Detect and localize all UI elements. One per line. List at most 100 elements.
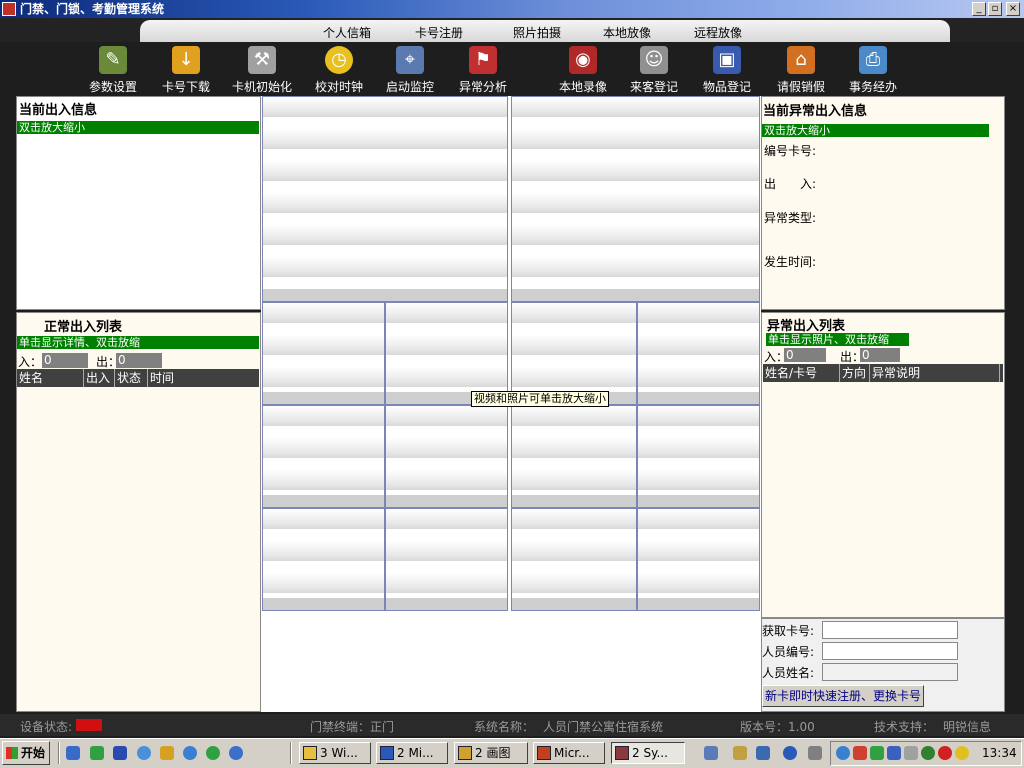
video-cell[interactable] (511, 405, 637, 508)
tray-icon[interactable] (836, 746, 850, 760)
tray-icon[interactable] (887, 746, 901, 760)
sync-clock-button[interactable]: ◷ 校对时钟 (302, 44, 376, 96)
device-status-label: 设备状态: (20, 720, 73, 734)
quick-register-button[interactable]: 新卡即时快速注册、更换卡号 (762, 685, 924, 707)
start-monitor-button[interactable]: ⌖ 启动监控 (373, 44, 447, 96)
menu-remote-playback[interactable]: 远程放像 (694, 24, 742, 41)
tray-icon[interactable] (938, 746, 952, 760)
tools-icon: ⚒ (248, 46, 276, 74)
video-cell[interactable] (385, 405, 508, 508)
abnormal-out-count: 0 (860, 348, 900, 362)
computer-icon: ▣ (713, 46, 741, 74)
normal-list-header[interactable]: 姓名 出入 状态 时间 (17, 369, 259, 387)
support-value: 明锐信息 (943, 720, 992, 734)
quicklaunch-window-icon[interactable] (113, 746, 127, 760)
col-inout[interactable]: 出入 (84, 369, 115, 387)
person-id-input[interactable] (822, 642, 958, 660)
person-name-input[interactable] (822, 663, 958, 681)
version-text: 版本号：1.00 (740, 720, 815, 734)
clock-icon: ◷ (325, 46, 353, 74)
maximize-button[interactable]: ▫ (988, 2, 1002, 16)
taskbar-separator (290, 742, 292, 764)
menu-card-register[interactable]: 卡号注册 (415, 24, 463, 41)
menu-local-playback[interactable]: 本地放像 (603, 24, 651, 41)
task-button[interactable]: 2 Mi... (376, 742, 448, 764)
leave-button[interactable]: ⌂ 请假销假 (764, 44, 838, 96)
window-title: 门禁、门锁、考勤管理系统 (20, 2, 165, 16)
tray-icon[interactable] (904, 746, 918, 760)
person-id-label: 人员编号: (762, 645, 815, 659)
windows-logo-icon (6, 747, 18, 759)
device-status-indicator (76, 719, 102, 731)
current-info-title: 当前出入信息 (19, 103, 98, 118)
video-cell[interactable] (385, 302, 508, 405)
quicklaunch-globe-icon[interactable] (137, 746, 151, 760)
anomaly-analysis-button[interactable]: ⚑ 异常分析 (446, 44, 520, 96)
system-app-icon (615, 746, 629, 760)
tray-pen-icon[interactable] (733, 746, 747, 760)
col-name[interactable]: 姓名 (17, 369, 84, 387)
tray-icon[interactable] (870, 746, 884, 760)
task-button[interactable]: Micr... (533, 742, 605, 764)
system-name-value: 人员门禁公寓住宿系统 (543, 720, 664, 734)
video-cell[interactable] (511, 508, 637, 611)
video-cell[interactable] (637, 405, 760, 508)
abnormal-list-header[interactable]: 姓名/卡号 方向 异常说明 (763, 364, 1003, 382)
tray-help-icon[interactable] (783, 746, 797, 760)
video-cell[interactable] (262, 405, 385, 508)
menu-photo-capture[interactable]: 照片拍摄 (513, 24, 561, 41)
quicklaunch-browser-icon[interactable] (183, 746, 197, 760)
close-button[interactable]: × (1006, 2, 1020, 16)
minimize-button[interactable]: _ (972, 2, 986, 16)
quicklaunch-app-icon[interactable] (160, 746, 174, 760)
tray-icon[interactable] (921, 746, 935, 760)
item-register-button[interactable]: ▣ 物品登记 (690, 44, 764, 96)
video-cell[interactable] (385, 508, 508, 611)
card-download-button[interactable]: ↓ 卡号下载 (149, 44, 223, 96)
visitor-register-button[interactable]: ☺ 来客登记 (617, 44, 691, 96)
start-button[interactable]: 开始 (2, 741, 50, 765)
task-button-active[interactable]: 2 Sy... (611, 742, 685, 764)
quicklaunch-globe2-icon[interactable] (229, 746, 243, 760)
quicklaunch-sync-icon[interactable] (206, 746, 220, 760)
video-cell[interactable] (637, 508, 760, 611)
video-large-2[interactable] (511, 96, 760, 302)
current-info-hint: 双击放大缩小 (17, 121, 259, 134)
abnormal-in-count: 0 (784, 348, 826, 362)
satellite-icon: ⌖ (396, 46, 424, 74)
abnormal-card-label: 编号卡号: (764, 144, 817, 158)
abnormal-type-label: 异常类型: (764, 211, 817, 225)
video-cell[interactable] (637, 302, 760, 405)
taskbar-clock[interactable]: 13:34 (982, 746, 1017, 760)
col-status[interactable]: 状态 (115, 369, 148, 387)
col-time[interactable]: 时间 (148, 369, 248, 387)
settings-button[interactable]: ✎ 参数设置 (76, 44, 150, 96)
col-name-card[interactable]: 姓名/卡号 (763, 364, 840, 382)
local-record-button[interactable]: ◉ 本地录像 (546, 44, 620, 96)
card-number-input[interactable] (822, 621, 958, 639)
task-button[interactable]: 3 Wi... (299, 742, 371, 764)
taskbar-separator (58, 742, 60, 764)
tray-monitor-icon[interactable] (756, 746, 770, 760)
left-gutter (0, 96, 16, 714)
analysis-icon: ⚑ (469, 46, 497, 74)
tray-volume-icon[interactable] (808, 746, 822, 760)
normal-in-count: 0 (42, 353, 88, 368)
affairs-button[interactable]: ⎙ 事务经办 (836, 44, 910, 96)
tray-network-icon[interactable] (704, 746, 718, 760)
video-cell[interactable] (262, 508, 385, 611)
menu-personal-mailbox[interactable]: 个人信箱 (323, 24, 371, 41)
quicklaunch-ie-icon[interactable] (66, 746, 80, 760)
video-large-1[interactable] (262, 96, 508, 302)
normal-in-label: 入： (18, 355, 43, 369)
task-button[interactable]: 2 画图 (454, 742, 528, 764)
tray-icon[interactable] (853, 746, 867, 760)
abnormal-inout-label: 出 入: (764, 177, 817, 191)
col-abnormal-desc[interactable]: 异常说明 (870, 364, 1000, 382)
card-init-button[interactable]: ⚒ 卡机初始化 (225, 44, 299, 96)
tray-icon[interactable] (955, 746, 969, 760)
video-cell[interactable] (262, 302, 385, 405)
video-cell[interactable] (511, 302, 637, 405)
col-direction[interactable]: 方向 (840, 364, 870, 382)
quicklaunch-refresh-icon[interactable] (90, 746, 104, 760)
